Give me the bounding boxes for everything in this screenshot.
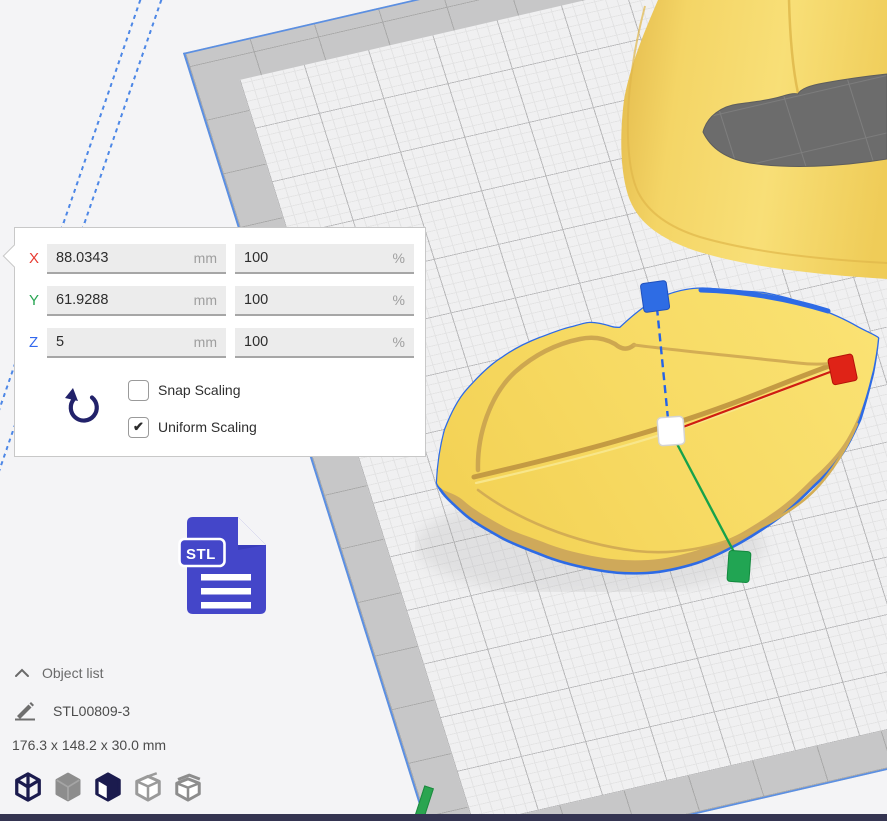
uniform-check-glyph: ✔ — [133, 419, 144, 435]
gizmo-z-handle[interactable] — [640, 280, 670, 312]
heart-cookie-cutter-model[interactable] — [598, 0, 887, 300]
unit-label: % — [393, 250, 405, 266]
stl-text-line — [201, 574, 251, 581]
unit-label: mm — [194, 292, 217, 308]
scale-y-percent-input[interactable]: 100 % — [235, 286, 414, 316]
gizmo-y-handle[interactable] — [727, 550, 751, 582]
snap-scaling-row: Snap Scaling — [128, 379, 241, 401]
object-list-item[interactable]: STL00809-3 — [14, 700, 130, 722]
scale-y-mm-input[interactable]: 61.9288 mm — [47, 286, 226, 316]
lips-cookie-cutter-model-selected[interactable] — [415, 270, 887, 592]
uniform-scaling-row: ✔ Uniform Scaling — [128, 416, 257, 438]
unit-label: % — [393, 292, 405, 308]
scale-row-x: X 88.0343 mm 100 % — [15, 244, 425, 274]
stl-text-line — [201, 602, 251, 609]
object-list-item-name: STL00809-3 — [53, 703, 130, 719]
view-cube-solid-icon[interactable] — [53, 771, 83, 803]
scale-row-y: Y 61.9288 mm 100 % — [15, 286, 425, 316]
gizmo-center-handle[interactable] — [657, 416, 685, 446]
stl-text-line — [201, 588, 251, 595]
unit-label: % — [393, 334, 405, 350]
view-mode-toolbar — [13, 771, 213, 803]
slicer-app: X 88.0343 mm 100 % Y 61.9288 mm 100 % Z — [0, 0, 887, 821]
reset-scale-button[interactable] — [63, 386, 103, 432]
snap-scaling-label: Snap Scaling — [158, 382, 241, 398]
axis-y-label: Y — [29, 292, 47, 309]
object-list-title: Object list — [42, 665, 103, 681]
axis-z-label: Z — [29, 334, 47, 351]
snap-scaling-checkbox[interactable] — [128, 380, 149, 401]
view-cube-open-icon[interactable] — [133, 771, 163, 803]
scale-x-mm-input[interactable]: 88.0343 mm — [47, 244, 226, 274]
view-cube-wireframe-icon[interactable] — [13, 771, 43, 803]
view-cube-half-solid-icon[interactable] — [93, 771, 123, 803]
stl-file-icon[interactable]: STL — [178, 514, 272, 614]
bottom-bar — [0, 814, 887, 821]
scale-x-percent-input[interactable]: 100 % — [235, 244, 414, 274]
object-list-header[interactable]: Object list — [14, 665, 103, 681]
gizmo-x-handle[interactable] — [828, 354, 858, 386]
chevron-up-icon[interactable] — [14, 668, 30, 678]
view-cube-lid-icon[interactable] — [173, 771, 203, 803]
pencil-icon — [14, 700, 36, 722]
axis-x-label: X — [29, 250, 47, 267]
scale-tool-panel: X 88.0343 mm 100 % Y 61.9288 mm 100 % Z — [14, 227, 426, 457]
uniform-scaling-checkbox[interactable]: ✔ — [128, 417, 149, 438]
unit-label: mm — [194, 250, 217, 266]
stl-document-fold — [238, 517, 266, 545]
scale-z-mm-input[interactable]: 5 mm — [47, 328, 226, 358]
model-dimensions: 176.3 x 148.2 x 30.0 mm — [12, 737, 166, 753]
stl-badge-text: STL — [186, 546, 216, 563]
uniform-scaling-label: Uniform Scaling — [158, 419, 257, 435]
unit-label: mm — [194, 334, 217, 350]
scale-row-z: Z 5 mm 100 % — [15, 328, 425, 358]
scale-z-percent-input[interactable]: 100 % — [235, 328, 414, 358]
